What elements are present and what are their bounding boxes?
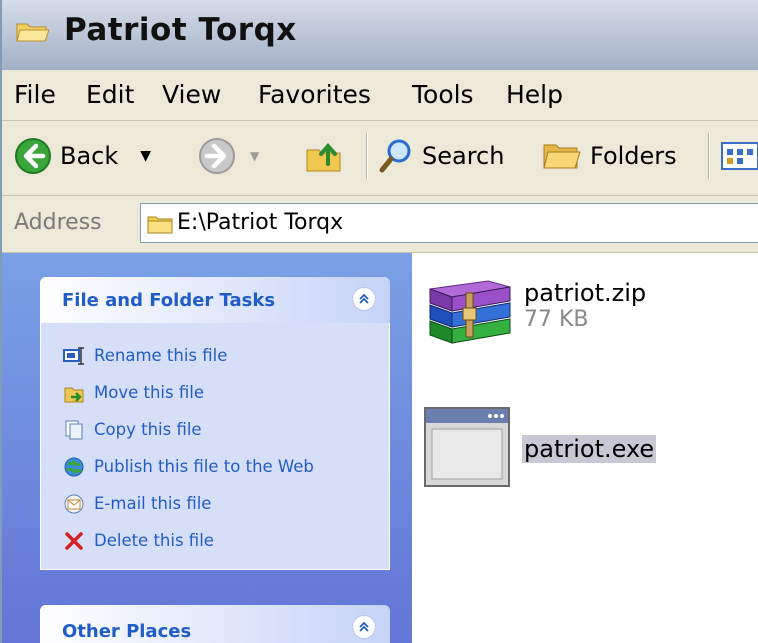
menu-favorites[interactable]: Favorites [258,80,371,109]
file-item-exe[interactable]: patriot.exe [422,405,657,489]
panel-header[interactable]: File and Folder Tasks [40,277,390,323]
move-icon [64,387,84,402]
menu-edit[interactable]: Edit [86,80,134,109]
task-label: Delete this file [94,531,214,550]
delete-icon [65,531,83,550]
address-label: Address [14,210,102,235]
folder-open-icon [16,20,50,46]
menu-view[interactable]: View [162,80,221,109]
file-item-zip[interactable]: patriot.zip 77 KB [426,275,646,349]
views-icon [721,142,758,170]
file-name: patriot.zip [524,279,647,307]
file-folder-tasks-panel: File and Folder Tasks Rename this file M… [40,277,390,570]
back-arrow-icon [15,138,51,174]
menu-tools[interactable]: Tools [412,80,474,109]
back-button[interactable]: Back ▼ [14,131,151,181]
views-button[interactable] [720,131,758,181]
task-label: Move this file [94,383,204,402]
file-list: patriot.zip 77 KB patriot.exe [412,253,758,643]
toolbar: Back ▼ ▼ Search Folders [2,121,758,196]
explorer-window: Patriot Torqx File Edit View Favorites T… [0,0,758,643]
toolbar-separator [708,133,710,179]
panel-header[interactable]: Other Places [40,605,390,643]
collapse-chevron-icon[interactable] [352,615,376,639]
email-icon [64,494,84,513]
up-folder-button[interactable] [304,131,352,181]
file-name-selected: patriot.exe [522,435,657,463]
panel-body: Rename this file Move this file Copy thi… [40,323,390,570]
folders-label: Folders [590,142,677,170]
task-copy[interactable]: Copy this file [63,411,389,448]
task-delete[interactable]: Delete this file [63,522,389,559]
address-bar: Address E:\Patriot Torqx [2,196,758,253]
toolbar-separator [366,133,368,179]
address-input[interactable]: E:\Patriot Torqx [140,203,758,243]
menu-help[interactable]: Help [506,80,563,109]
search-button[interactable]: Search [378,131,504,181]
back-label: Back [60,142,119,170]
task-rename[interactable]: Rename this file [63,337,389,374]
folders-button[interactable]: Folders [542,131,677,181]
search-label: Search [422,142,505,170]
task-publish[interactable]: Publish this file to the Web [63,448,389,485]
address-path: E:\Patriot Torqx [177,210,344,235]
copy-icon [65,420,83,439]
title-bar[interactable]: Patriot Torqx [2,0,758,70]
task-label: Publish this file to the Web [94,457,314,476]
file-size: 77 KB [524,307,589,332]
menu-bar: File Edit View Favorites Tools Help [2,70,758,121]
forward-arrow-icon [199,138,235,174]
back-dropdown-icon[interactable]: ▼ [140,148,151,164]
application-exe-icon [424,407,510,487]
task-email[interactable]: E-mail this file [63,485,389,522]
task-move[interactable]: Move this file [63,374,389,411]
globe-icon [64,457,84,476]
panel-title: File and Folder Tasks [62,290,276,311]
collapse-chevron-icon[interactable] [352,287,376,311]
task-label: Rename this file [94,346,228,365]
forward-button[interactable]: ▼ [198,131,259,181]
search-icon [379,139,411,173]
rename-icon [63,346,84,365]
panel-title: Other Places [62,621,192,642]
folder-icon [147,214,173,238]
task-label: Copy this file [94,420,202,439]
menu-file[interactable]: File [14,80,56,109]
forward-dropdown-icon[interactable]: ▼ [250,149,259,163]
up-folder-icon [306,142,341,172]
task-pane: File and Folder Tasks Rename this file M… [2,253,412,643]
window-title: Patriot Torqx [64,12,297,48]
winrar-archive-icon [429,280,511,344]
other-places-panel: Other Places [40,605,390,643]
task-label: E-mail this file [94,494,212,513]
folders-icon [543,144,581,169]
